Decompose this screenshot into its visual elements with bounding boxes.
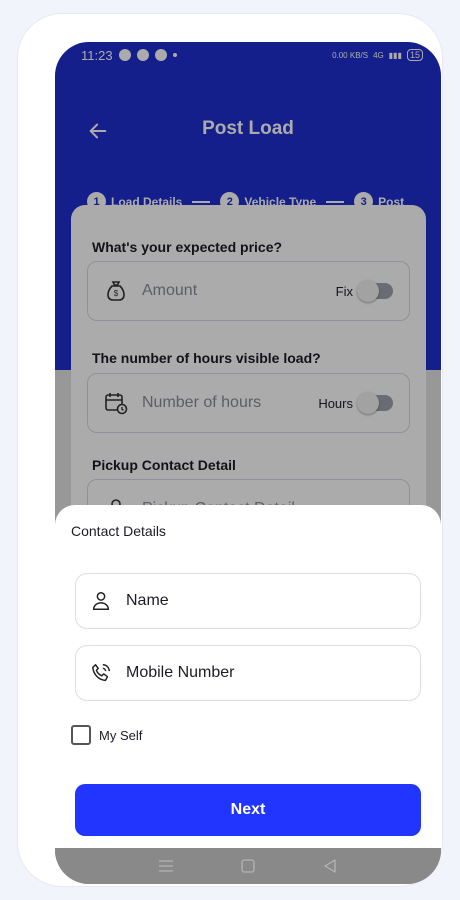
user-icon (92, 592, 110, 610)
next-button[interactable]: Next (75, 784, 421, 836)
my-self-checkbox[interactable] (71, 725, 91, 745)
contact-details-sheet: Contact Details Name Mobile Number My Se… (55, 505, 441, 848)
my-self-option[interactable]: My Self (71, 725, 142, 745)
app-screen: 11:23 0.00 KB/S 4G ▮▮▮ 15 Post Load 1 Lo… (55, 42, 441, 884)
back-icon[interactable] (322, 858, 338, 874)
home-icon[interactable] (240, 858, 256, 874)
phone-call-icon (92, 664, 110, 682)
mobile-number-placeholder: Mobile Number (126, 664, 235, 681)
name-placeholder: Name (126, 592, 169, 609)
name-input[interactable]: Name (75, 573, 421, 629)
my-self-label: My Self (99, 727, 143, 743)
phone-frame: 11:23 0.00 KB/S 4G ▮▮▮ 15 Post Load 1 Lo… (18, 14, 442, 886)
system-navigation-bar (55, 848, 441, 884)
sheet-title: Contact Details (71, 523, 166, 539)
menu-icon[interactable] (158, 859, 174, 873)
mobile-number-input[interactable]: Mobile Number (75, 645, 421, 701)
